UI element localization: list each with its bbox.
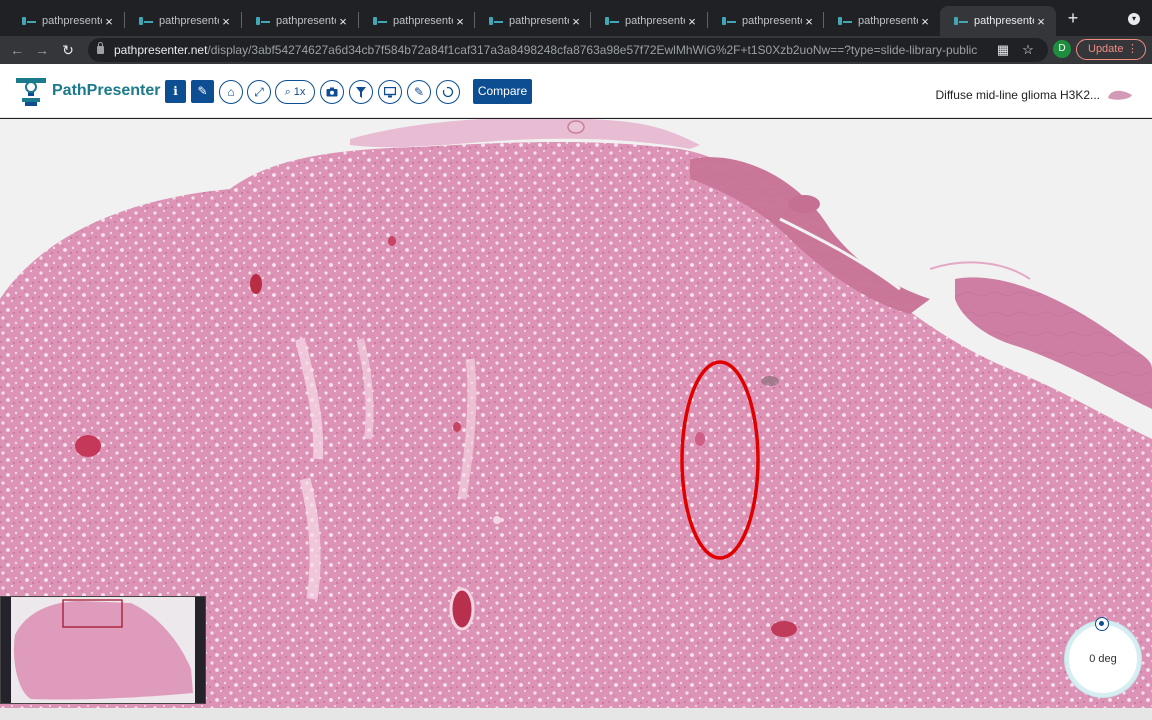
slide-title: Diffuse mid-line glioma H3K2... bbox=[935, 88, 1100, 102]
lock-icon bbox=[97, 42, 104, 54]
lasso-icon bbox=[442, 86, 454, 98]
microscope-logo-icon bbox=[16, 78, 46, 106]
close-icon[interactable]: × bbox=[918, 14, 932, 29]
back-arrow-icon[interactable]: ← bbox=[8, 41, 26, 59]
browser-toolbar: ← → ↻ pathpresenter.net/display/3abf5427… bbox=[0, 36, 1152, 64]
bookmark-star-icon[interactable]: ☆ bbox=[1019, 41, 1037, 59]
browser-tab[interactable]: pathpresenter.net× bbox=[359, 6, 475, 36]
favicon-icon bbox=[139, 16, 153, 26]
update-label: Update bbox=[1088, 43, 1124, 55]
close-icon[interactable]: × bbox=[336, 14, 350, 29]
pencil-icon: ✎ bbox=[413, 85, 425, 99]
minimap-image bbox=[11, 597, 195, 703]
favicon-icon bbox=[373, 16, 387, 26]
qr-code-icon[interactable]: ▦ bbox=[994, 41, 1012, 59]
slide-viewer[interactable]: 0 deg bbox=[0, 119, 1152, 708]
camera-icon bbox=[326, 87, 338, 97]
browser-tab-strip: pathpresenter.net× pathpresenter.net× pa… bbox=[0, 0, 1152, 36]
url-path: /display/3abf54274627a6d34cb7f584b72a84f… bbox=[207, 43, 978, 57]
home-button[interactable]: ⌂ bbox=[219, 80, 243, 104]
zoom-icon: ⌕ bbox=[284, 86, 291, 98]
slide-thumbnail[interactable] bbox=[1106, 86, 1134, 102]
attachment-button[interactable]: ✎ bbox=[191, 80, 214, 103]
close-icon[interactable]: × bbox=[685, 14, 699, 29]
navigator-minimap[interactable] bbox=[0, 596, 206, 704]
favicon-icon bbox=[838, 16, 852, 26]
close-icon[interactable]: × bbox=[802, 14, 816, 29]
filter-icon bbox=[356, 87, 366, 98]
reload-icon[interactable]: ↻ bbox=[59, 41, 77, 59]
browser-tab[interactable]: pathpresenter.net× bbox=[591, 6, 707, 36]
brand-name: PathPresenter bbox=[52, 82, 161, 99]
filter-button[interactable] bbox=[349, 80, 373, 104]
browser-tab[interactable]: pathpresenter.net× bbox=[242, 6, 358, 36]
close-icon[interactable]: × bbox=[569, 14, 583, 29]
close-icon[interactable]: × bbox=[219, 14, 233, 29]
expand-icon: ⤢ bbox=[254, 85, 264, 99]
browser-tab[interactable]: pathpresenter.net× bbox=[708, 6, 824, 36]
favicon-icon bbox=[954, 16, 968, 26]
info-button[interactable]: ℹ bbox=[165, 80, 186, 103]
paperclip-icon: ✎ bbox=[197, 84, 208, 98]
close-icon[interactable]: × bbox=[1034, 14, 1048, 29]
annotate-button[interactable]: ✎ bbox=[407, 80, 431, 104]
favicon-icon bbox=[722, 16, 736, 26]
browser-tab[interactable]: pathpresenter.net× bbox=[824, 6, 940, 36]
rotation-handle[interactable] bbox=[1095, 617, 1109, 631]
browser-tab[interactable]: pathpresenter.net× bbox=[475, 6, 591, 36]
new-tab-button[interactable]: + bbox=[1064, 9, 1082, 27]
favicon-icon bbox=[489, 16, 503, 26]
browser-tab[interactable]: pathpresenter.net× bbox=[8, 6, 124, 36]
url-host: pathpresenter.net bbox=[114, 43, 208, 57]
compare-button[interactable]: Compare bbox=[473, 79, 532, 104]
rotation-label: 0 deg bbox=[1089, 653, 1117, 665]
forward-arrow-icon[interactable]: → bbox=[33, 41, 51, 59]
home-icon: ⌂ bbox=[227, 85, 235, 99]
info-icon: ℹ bbox=[173, 84, 178, 98]
monitor-icon bbox=[383, 86, 397, 98]
snapshot-button[interactable] bbox=[320, 80, 344, 104]
browser-menu-icon[interactable]: ⋮ bbox=[1127, 40, 1138, 59]
profile-avatar[interactable]: D bbox=[1053, 40, 1071, 58]
bottom-strip bbox=[0, 708, 1152, 720]
browser-tab-active[interactable]: pathpresenter.net× bbox=[940, 6, 1056, 36]
favicon-icon bbox=[605, 16, 619, 26]
zoom-level: 1x bbox=[293, 86, 306, 98]
presentation-button[interactable] bbox=[378, 80, 402, 104]
fullscreen-button[interactable]: ⤢ bbox=[247, 80, 271, 104]
app-header: PathPresenter ℹ ✎ ⌂ ⤢ ⌕ 1x ✎ Compare Dif… bbox=[0, 64, 1152, 118]
zoom-level-button[interactable]: ⌕ 1x bbox=[275, 80, 315, 104]
rotation-dial[interactable]: 0 deg bbox=[1065, 617, 1141, 697]
address-bar[interactable]: pathpresenter.net/display/3abf54274627a6… bbox=[88, 38, 1048, 62]
close-icon[interactable]: × bbox=[102, 14, 116, 29]
tab-search-icon[interactable]: ▾ bbox=[1128, 13, 1140, 25]
favicon-icon bbox=[22, 16, 36, 26]
update-button[interactable]: Update ⋮ bbox=[1076, 39, 1146, 60]
browser-tab[interactable]: pathpresenter.net× bbox=[125, 6, 241, 36]
close-icon[interactable]: × bbox=[453, 14, 467, 29]
freehand-button[interactable] bbox=[436, 80, 460, 104]
favicon-icon bbox=[256, 16, 270, 26]
